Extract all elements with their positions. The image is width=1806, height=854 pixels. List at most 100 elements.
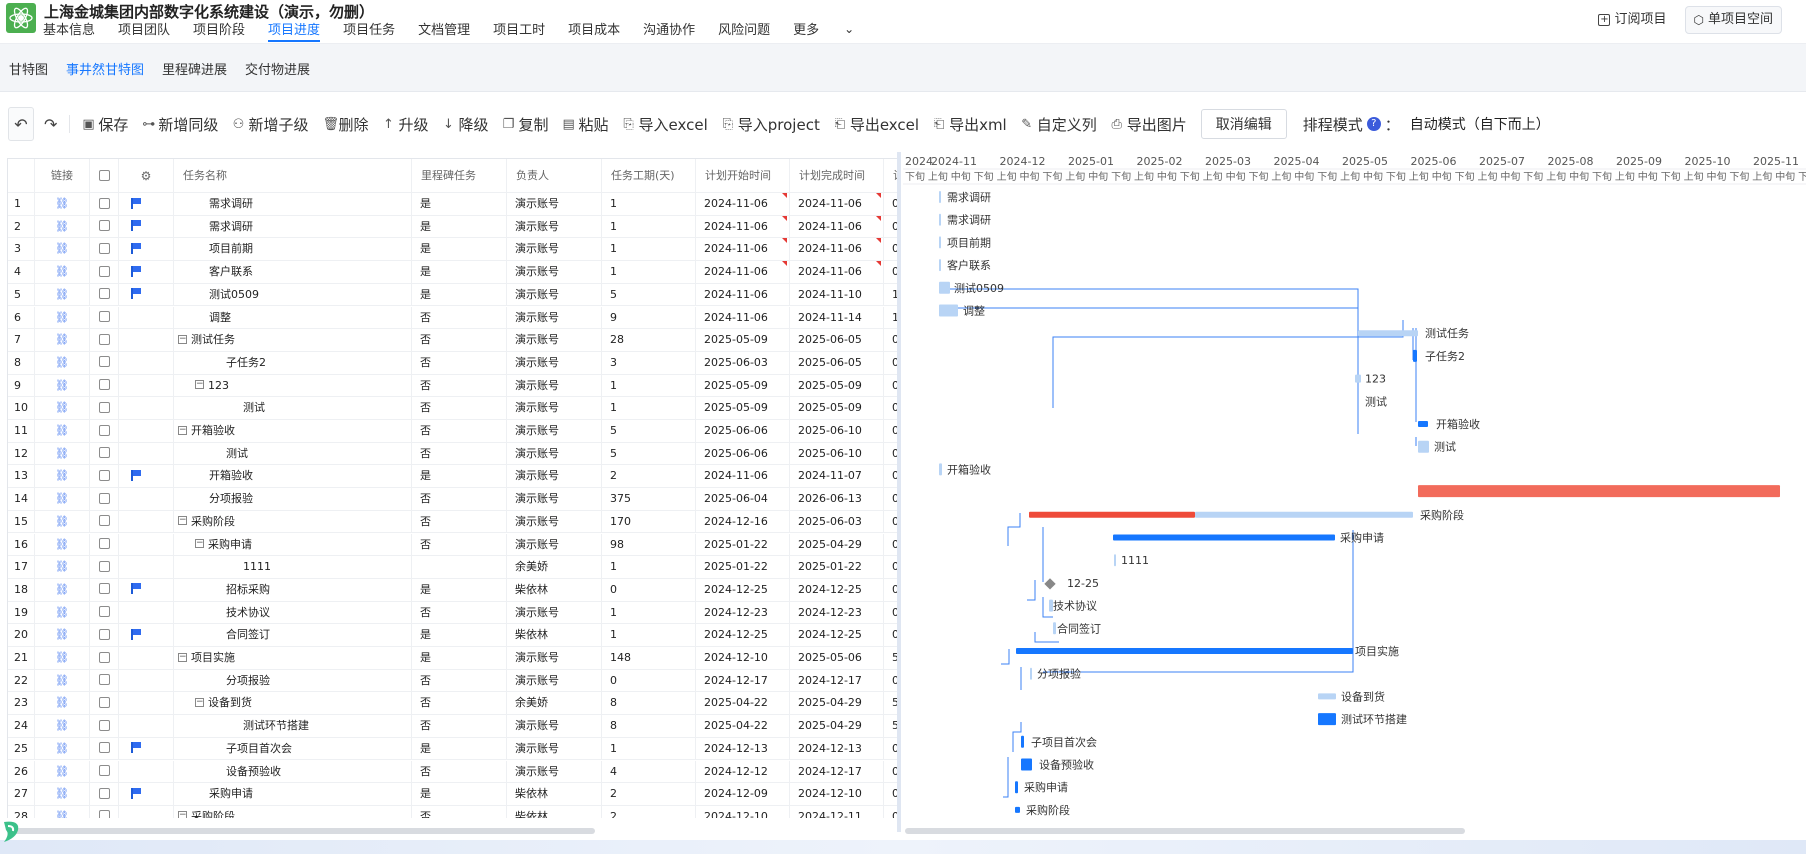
cell-link[interactable]: ⛓ bbox=[35, 442, 90, 465]
task-bar[interactable] bbox=[1418, 485, 1780, 498]
cell-dur[interactable]: 4 bbox=[602, 760, 696, 783]
cell-cb[interactable] bbox=[90, 238, 119, 261]
table-row[interactable]: 14 ⛓ 分项报验 否演示账号3752025-06-042026-06-130. bbox=[8, 488, 898, 511]
cell-link[interactable]: ⛓ bbox=[35, 715, 90, 737]
cell-dur[interactable]: 8 bbox=[602, 692, 696, 715]
row-checkbox[interactable] bbox=[98, 651, 110, 663]
cell-start[interactable]: 2025-04-22 bbox=[696, 692, 790, 715]
cell-link[interactable]: ⛓ bbox=[35, 805, 90, 818]
cell-owner[interactable]: 演示账号 bbox=[507, 306, 602, 329]
cell-link[interactable]: ⛓ bbox=[35, 533, 90, 556]
task-bar[interactable] bbox=[939, 259, 941, 272]
row-checkbox[interactable] bbox=[98, 538, 110, 549]
custom-columns-button[interactable]: ✎ 自定义列 bbox=[1021, 114, 1096, 135]
cell-end[interactable]: 2025-05-06 bbox=[790, 647, 884, 669]
cell-start[interactable]: 2025-01-22 bbox=[696, 533, 790, 556]
table-row[interactable]: 11⛓−开箱验收否演示账号52025-06-062025-06-100 bbox=[8, 420, 898, 443]
row-checkbox[interactable] bbox=[98, 379, 110, 391]
link-icon[interactable]: ⛓ bbox=[55, 220, 69, 233]
cell-owner[interactable]: 余美娇 bbox=[507, 556, 602, 578]
cell-cb[interactable] bbox=[90, 215, 119, 238]
row-checkbox[interactable] bbox=[98, 469, 110, 481]
cell-name[interactable]: 测试 bbox=[174, 442, 412, 465]
cell-owner[interactable]: 演示账号 bbox=[507, 238, 602, 261]
row-checkbox[interactable] bbox=[98, 197, 110, 209]
cell-dur[interactable]: 1 bbox=[602, 601, 696, 624]
cell-start[interactable]: 2024-12-23 bbox=[696, 601, 790, 624]
subtab-0[interactable]: 甘特图 bbox=[9, 59, 48, 78]
cell-ms[interactable]: 否 bbox=[412, 805, 507, 818]
cell-cb[interactable] bbox=[90, 306, 119, 329]
subtab-2[interactable]: 里程碑进展 bbox=[162, 59, 227, 78]
cell-link[interactable]: ⛓ bbox=[35, 261, 90, 283]
row-checkbox[interactable] bbox=[98, 265, 110, 277]
link-icon[interactable]: ⛓ bbox=[55, 538, 69, 551]
link-icon[interactable]: ⛓ bbox=[55, 356, 69, 369]
cell-owner[interactable]: 余美娇 bbox=[507, 692, 602, 715]
row-checkbox[interactable] bbox=[98, 765, 110, 776]
nav-item-2[interactable]: 项目阶段 bbox=[193, 22, 245, 42]
link-icon[interactable]: ⛓ bbox=[55, 787, 69, 800]
cell-start[interactable]: 2025-05-09 bbox=[696, 374, 790, 397]
cell-name[interactable]: − 采购阶段 bbox=[174, 510, 412, 533]
cell-owner[interactable]: 演示账号 bbox=[507, 193, 602, 215]
cell-ms[interactable]: 否 bbox=[412, 533, 507, 556]
task-bar[interactable] bbox=[1021, 735, 1024, 748]
row-checkbox[interactable] bbox=[98, 424, 110, 436]
cell-owner[interactable]: 演示账号 bbox=[507, 442, 602, 465]
cell-ms[interactable]: 否 bbox=[412, 351, 507, 374]
cell-cb[interactable] bbox=[90, 669, 119, 692]
link-icon[interactable]: ⛓ bbox=[55, 560, 69, 573]
cell-owner[interactable]: 演示账号 bbox=[507, 669, 602, 692]
cell-ms[interactable]: 否 bbox=[412, 760, 507, 783]
cell-owner[interactable]: 演示账号 bbox=[507, 465, 602, 488]
cell-dur[interactable]: 8 bbox=[602, 715, 696, 737]
export-image-button[interactable]: ⎙ 导出图片 bbox=[1111, 114, 1187, 135]
cell-link[interactable]: ⛓ bbox=[35, 737, 90, 760]
table-row[interactable]: 13 ⛓ 开箱验收 是演示账号22024-11-062024-11-070. bbox=[8, 465, 898, 489]
cell-link[interactable]: ⛓ bbox=[35, 578, 90, 601]
row-checkbox[interactable] bbox=[98, 333, 110, 345]
cell-start[interactable]: 2024-11-06 bbox=[696, 238, 790, 261]
row-checkbox[interactable] bbox=[98, 288, 110, 300]
cell-owner[interactable]: 柴依林 bbox=[507, 805, 602, 818]
table-row[interactable]: 25⛓子项目首次会是演示账号12024-12-132024-12-130. bbox=[8, 737, 898, 761]
cell-end[interactable]: 2024-12-13 bbox=[790, 737, 884, 760]
nav-item-0[interactable]: 基本信息 bbox=[43, 22, 95, 42]
row-checkbox[interactable] bbox=[98, 560, 110, 572]
cell-link[interactable]: ⛓ bbox=[35, 306, 90, 329]
link-icon[interactable]: ⛓ bbox=[55, 651, 69, 664]
cell-ms[interactable]: 是 bbox=[412, 215, 507, 238]
summary-bar[interactable] bbox=[1318, 693, 1336, 700]
table-row[interactable]: 1⛓需求调研是演示账号12024-11-062024-11-060 bbox=[8, 193, 898, 216]
link-icon[interactable]: ⛓ bbox=[55, 265, 69, 278]
row-checkbox[interactable] bbox=[98, 220, 110, 232]
cell-owner[interactable]: 演示账号 bbox=[507, 420, 602, 442]
cell-ms[interactable]: 否 bbox=[412, 306, 507, 329]
link-icon[interactable]: ⛓ bbox=[55, 719, 69, 732]
summary-bar[interactable] bbox=[1195, 511, 1413, 518]
cell-owner[interactable]: 柴依林 bbox=[507, 783, 602, 805]
row-checkbox[interactable] bbox=[98, 810, 110, 818]
table-row[interactable]: 7⛓−测试任务否演示账号282025-05-092025-06-050 bbox=[8, 329, 898, 352]
cell-name[interactable]: 测试 bbox=[174, 397, 412, 419]
cell-start[interactable]: 2025-06-03 bbox=[696, 351, 790, 374]
cell-cb[interactable] bbox=[90, 397, 119, 419]
cell-start[interactable]: 2024-12-10 bbox=[696, 647, 790, 669]
task-bar[interactable] bbox=[1030, 667, 1032, 680]
link-icon[interactable]: ⛓ bbox=[55, 424, 69, 437]
link-icon[interactable]: ⛓ bbox=[55, 447, 69, 460]
cell-start[interactable]: 2024-12-25 bbox=[696, 578, 790, 601]
nav-item-5[interactable]: 文档管理 bbox=[418, 22, 470, 42]
cell-link[interactable]: ⛓ bbox=[35, 215, 90, 238]
cell-ms[interactable]: 否 bbox=[412, 488, 507, 510]
cell-dur[interactable]: 1 bbox=[602, 624, 696, 646]
summary-bar[interactable] bbox=[1015, 806, 1020, 813]
cell-name[interactable]: 测试环节搭建 bbox=[174, 715, 412, 737]
cell-owner[interactable]: 柴依林 bbox=[507, 624, 602, 646]
cell-cb[interactable] bbox=[90, 351, 119, 374]
nav-item-3[interactable]: 项目进度 bbox=[268, 22, 321, 42]
row-checkbox[interactable] bbox=[98, 515, 110, 527]
row-checkbox[interactable] bbox=[98, 719, 110, 731]
cell-link[interactable]: ⛓ bbox=[35, 397, 90, 419]
